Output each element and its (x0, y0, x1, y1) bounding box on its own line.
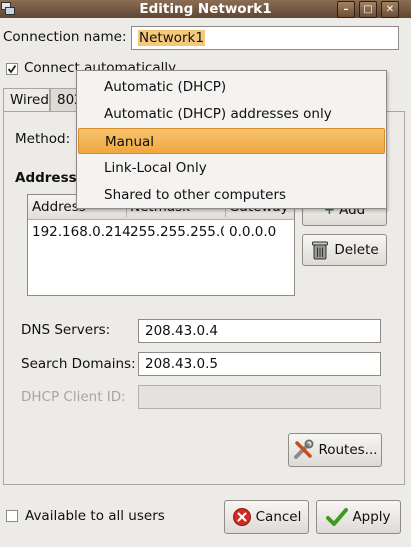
cancel-button[interactable]: Cancel (224, 500, 309, 534)
menu-item-automatic-dhcp-addresses-only[interactable]: Automatic (DHCP) addresses only (78, 101, 385, 127)
delete-button-label: Delete (334, 242, 379, 258)
maximize-icon: □ (363, 4, 373, 15)
method-dropdown-menu: Automatic (DHCP) Automatic (DHCP) addres… (76, 70, 387, 209)
apply-button[interactable]: Apply (316, 500, 401, 534)
search-domains-input[interactable]: 208.43.0.5 (138, 352, 381, 376)
checkmark-apply-icon (326, 508, 349, 526)
connect-automatically-checkbox[interactable] (6, 63, 18, 75)
dhcp-client-id-input[interactable] (138, 385, 381, 409)
menu-item-automatic-dhcp[interactable]: Automatic (DHCP) (78, 74, 385, 100)
cell-netmask: 255.255.255.0 (130, 224, 224, 240)
routes-button-label: Routes... (318, 442, 378, 458)
minimize-button[interactable]: – (337, 1, 355, 18)
dns-servers-label: DNS Servers: (21, 322, 111, 338)
dns-servers-input[interactable]: 208.43.0.4 (138, 319, 381, 343)
addresses-table[interactable]: Address Netmask Gateway 192.168.0.214 25… (27, 194, 295, 296)
maximize-button[interactable]: □ (359, 1, 377, 18)
method-label: Method: (15, 131, 71, 147)
routes-button[interactable]: Routes... (288, 433, 382, 467)
available-to-all-users-label: Available to all users (25, 508, 165, 524)
available-to-all-users-checkbox[interactable] (6, 510, 18, 522)
table-row[interactable]: 192.168.0.214 255.255.255.0 0.0.0.0 (28, 220, 294, 242)
minimize-icon: – (343, 4, 349, 15)
tab-wired-label: Wired (10, 92, 49, 108)
trash-icon (312, 241, 329, 260)
connection-name-value: Network1 (138, 30, 205, 46)
cell-address: 192.168.0.214 (32, 224, 131, 240)
cancel-button-label: Cancel (255, 509, 302, 525)
tools-icon (294, 439, 314, 459)
dhcp-client-id-label: DHCP Client ID: (21, 389, 126, 405)
close-button[interactable]: ✕ (381, 1, 399, 18)
close-icon: ✕ (385, 4, 395, 15)
addresses-heading: Address (15, 170, 77, 186)
tab-wired[interactable]: Wired (3, 88, 50, 112)
menu-item-link-local-only[interactable]: Link-Local Only (78, 155, 385, 181)
cell-gateway: 0.0.0.0 (229, 224, 277, 240)
delete-button[interactable]: Delete (302, 234, 387, 266)
checkmark-icon (7, 64, 17, 74)
cancel-icon (232, 508, 251, 526)
search-domains-label: Search Domains: (21, 356, 136, 372)
connection-name-input[interactable]: Network1 (131, 26, 399, 50)
title-bar[interactable]: Editing Network1 – □ ✕ (0, 0, 411, 18)
menu-item-shared-to-other-computers[interactable]: Shared to other computers (78, 182, 385, 208)
connection-name-label: Connection name: (3, 29, 127, 45)
apply-button-label: Apply (352, 509, 391, 525)
menu-item-manual[interactable]: Manual (78, 128, 385, 154)
